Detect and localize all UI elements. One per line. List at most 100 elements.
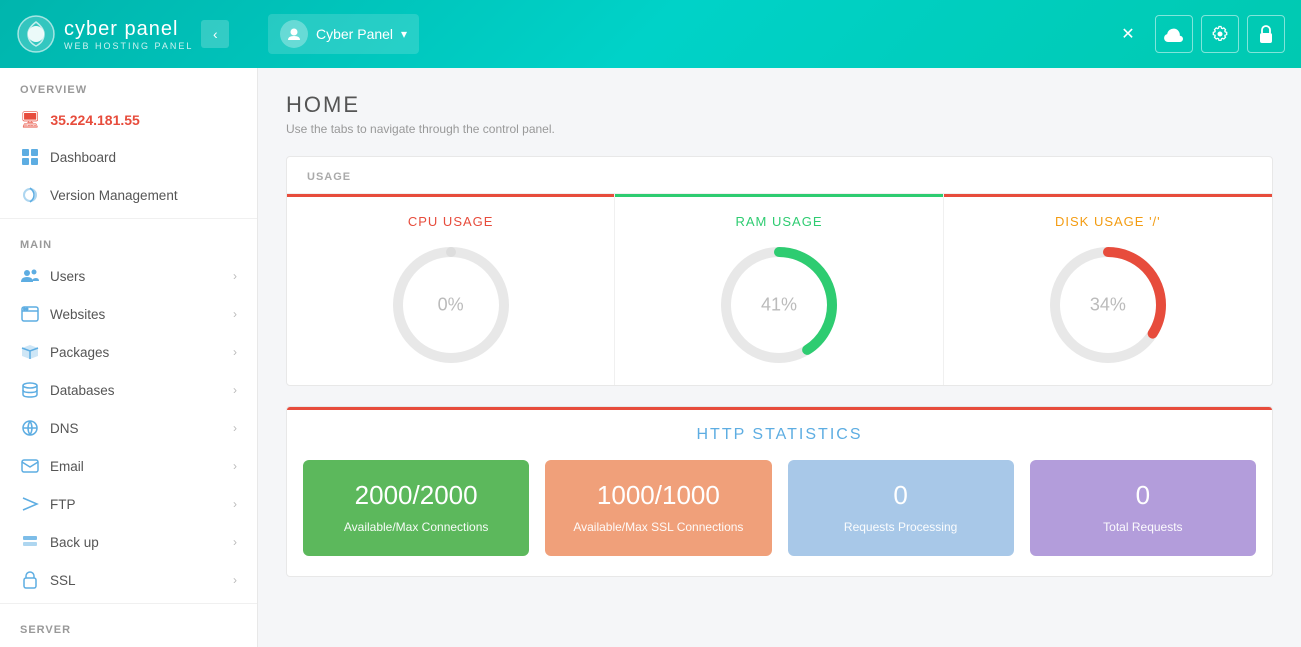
packages-icon [20,342,40,362]
sidebar-item-ssl[interactable]: SSL › [0,561,257,599]
cpu-donut: 0% [391,245,511,365]
server-section-label: SERVER [0,608,257,642]
header-left: cyber panel WEB HOSTING PANEL ‹ Cyber Pa… [16,14,419,54]
email-icon [20,456,40,476]
header: cyber panel WEB HOSTING PANEL ‹ Cyber Pa… [0,0,1301,68]
disk-value: 34% [1090,295,1126,316]
http-title: HTTP STATISTICS [287,410,1272,460]
usage-label: USAGE [287,157,1272,194]
cpu-usage-cell: CPU USAGE 0% [287,194,615,385]
users-icon [20,266,40,286]
sidebar-item-email[interactable]: Email › [0,447,257,485]
sidebar-divider-1 [0,218,257,219]
sidebar-item-packages[interactable]: Packages › [0,333,257,371]
logo-icon [16,14,56,54]
ip-address-item[interactable]: 🖥 35.224.181.55 [0,102,257,138]
arrow-icon: › [233,269,237,283]
websites-icon [20,304,40,324]
chevron-down-icon: ▾ [401,27,407,41]
user-badge[interactable]: Cyber Panel ▾ [268,14,419,54]
backup-icon [20,532,40,552]
sidebar-item-backup[interactable]: Back up › [0,523,257,561]
total-requests-value: 0 [1046,480,1240,511]
usage-grid: CPU USAGE 0% RAM USAGE [287,194,1272,385]
sidebar-item-dashboard-label: Dashboard [50,150,116,165]
ftp-icon [20,494,40,514]
logo-area: cyber panel WEB HOSTING PANEL ‹ [16,14,256,54]
http-grid: 2000/2000 Available/Max Connections 1000… [287,460,1272,576]
cpu-value: 0% [438,295,464,316]
disk-donut: 34% [1048,245,1168,365]
sidebar-item-packages-label: Packages [50,345,109,360]
page-subtitle: Use the tabs to navigate through the con… [286,122,1273,136]
arrow-icon: › [233,421,237,435]
total-requests-label: Total Requests [1046,519,1240,536]
arrow-icon: › [233,345,237,359]
sidebar-item-users-label: Users [50,269,85,284]
sidebar: OVERVIEW 🖥 35.224.181.55 Dashboard Versi… [0,68,258,647]
sidebar-item-version-management[interactable]: Version Management [0,176,257,214]
page-title: HOME [286,92,1273,118]
ssl-value: 1000/1000 [561,480,755,511]
http-stat-requests-processing: 0 Requests Processing [788,460,1014,556]
cloud-button[interactable] [1155,15,1193,53]
sidebar-item-websites[interactable]: Websites › [0,295,257,333]
sidebar-item-ftp-label: FTP [50,497,76,512]
disk-usage-cell: DISK USAGE '/' 34% [944,194,1272,385]
sidebar-item-databases-label: Databases [50,383,115,398]
sidebar-item-version-label: Version Management [50,188,178,203]
ssl-label: Available/Max SSL Connections [561,519,755,536]
ram-usage-cell: RAM USAGE 41% [615,194,943,385]
http-statistics-card: HTTP STATISTICS 2000/2000 Available/Max … [286,406,1273,577]
header-right: ✕ [1109,15,1285,53]
ram-value: 41% [761,295,797,316]
databases-icon [20,380,40,400]
overview-section-label: OVERVIEW [0,68,257,102]
sidebar-item-users[interactable]: Users › [0,257,257,295]
user-name: Cyber Panel [316,26,393,42]
requests-processing-label: Requests Processing [804,519,998,536]
sidebar-item-email-label: Email [50,459,84,474]
arrow-icon: › [233,383,237,397]
arrow-icon: › [233,535,237,549]
disk-title: DISK USAGE '/' [964,214,1252,229]
arrow-icon: › [233,497,237,511]
sidebar-item-dns[interactable]: DNS › [0,409,257,447]
arrow-icon: › [233,573,237,587]
arrow-icon: › [233,459,237,473]
ip-text: 35.224.181.55 [50,112,140,128]
sidebar-item-ssl-label: SSL [50,573,76,588]
sidebar-item-backup-label: Back up [50,535,99,550]
connections-value: 2000/2000 [319,480,513,511]
arrow-icon: › [233,307,237,321]
close-button[interactable]: ✕ [1109,15,1147,53]
lock-button[interactable] [1247,15,1285,53]
ram-title: RAM USAGE [635,214,922,229]
sidebar-item-databases[interactable]: Databases › [0,371,257,409]
sidebar-item-dns-label: DNS [50,421,79,436]
http-stat-total-requests: 0 Total Requests [1030,460,1256,556]
requests-processing-value: 0 [804,480,998,511]
ram-donut: 41% [719,245,839,365]
cpu-title: CPU USAGE [307,214,594,229]
logo-sub-title: WEB HOSTING PANEL [64,41,193,51]
dashboard-icon [20,147,40,167]
logo-text: cyber panel WEB HOSTING PANEL [64,18,193,51]
http-stat-connections: 2000/2000 Available/Max Connections [303,460,529,556]
http-stat-ssl: 1000/1000 Available/Max SSL Connections [545,460,771,556]
settings-button[interactable] [1201,15,1239,53]
main-section-label: MAIN [0,223,257,257]
monitor-icon: 🖥 [20,110,40,130]
sidebar-divider-2 [0,603,257,604]
sidebar-item-dashboard[interactable]: Dashboard [0,138,257,176]
sidebar-item-ftp[interactable]: FTP › [0,485,257,523]
main-content: HOME Use the tabs to navigate through th… [258,68,1301,647]
dns-icon [20,418,40,438]
usage-card: USAGE CPU USAGE 0% RAM USAGE [286,156,1273,386]
logo-main-title: cyber panel [64,18,193,41]
version-icon [20,185,40,205]
collapse-button[interactable]: ‹ [201,20,229,48]
ssl-icon [20,570,40,590]
avatar [280,20,308,48]
sidebar-item-tuning[interactable]: Tuning NEW › [0,642,257,647]
